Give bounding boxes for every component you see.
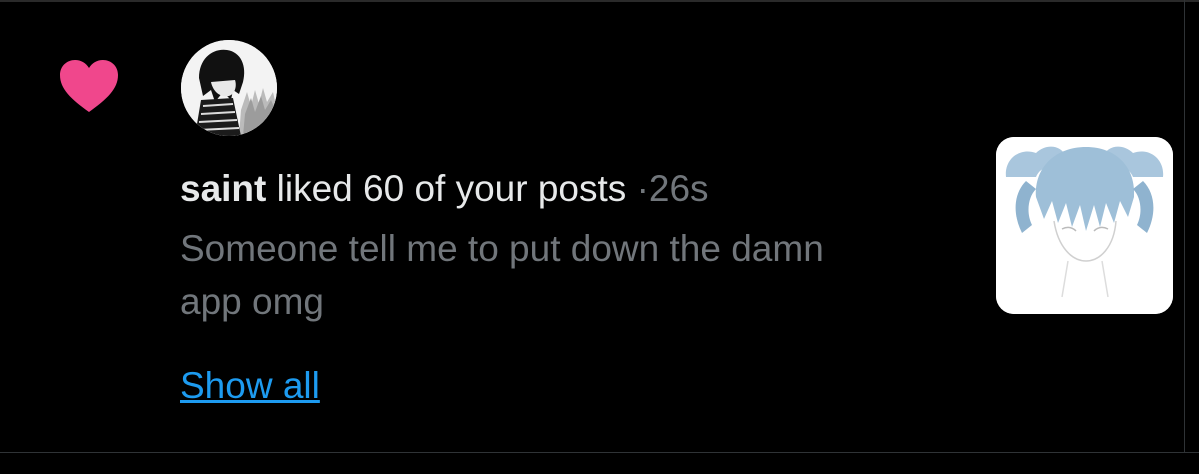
notification-headline: saint liked 60 of your posts ·26s — [180, 166, 880, 212]
right-divider — [1184, 0, 1185, 453]
username-link[interactable]: saint — [180, 168, 266, 209]
bottom-divider — [0, 452, 1199, 453]
top-divider — [0, 0, 1199, 2]
show-all-link[interactable]: Show all — [180, 362, 320, 410]
separator-dot: · — [636, 168, 649, 209]
post-snippet[interactable]: Someone tell me to put down the damn app… — [180, 222, 860, 328]
action-text: liked 60 of your posts — [276, 168, 627, 209]
heart-icon — [60, 60, 118, 112]
notification-content: saint liked 60 of your posts ·26s Someon… — [180, 166, 880, 328]
like-notification-card[interactable]: saint liked 60 of your posts ·26s Someon… — [0, 0, 1199, 474]
user-avatar[interactable] — [181, 40, 277, 136]
timestamp: 26s — [648, 168, 709, 209]
avatar-image — [181, 40, 277, 136]
post-thumbnail[interactable] — [996, 137, 1173, 314]
thumbnail-image — [996, 137, 1173, 314]
